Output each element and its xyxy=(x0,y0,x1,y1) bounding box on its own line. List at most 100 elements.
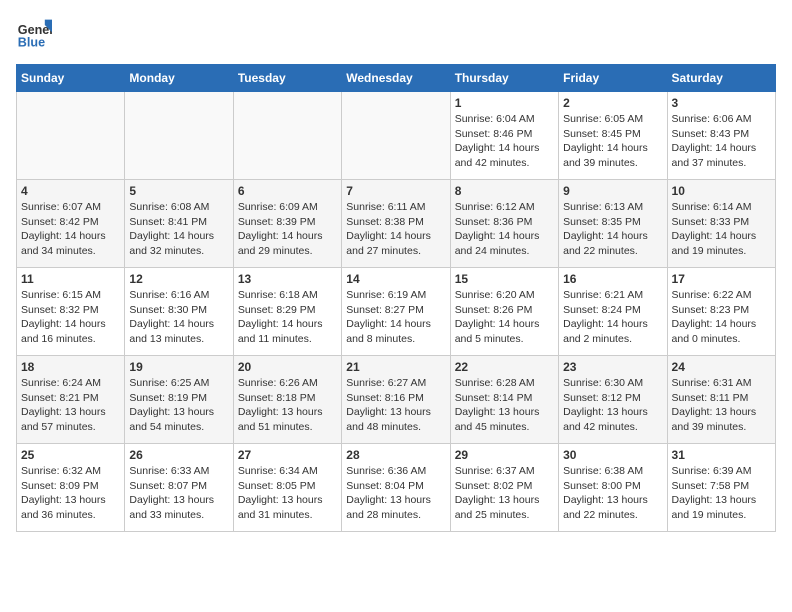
day-info: Sunrise: 6:13 AMSunset: 8:35 PMDaylight:… xyxy=(563,200,662,259)
calendar-cell: 28 Sunrise: 6:36 AMSunset: 8:04 PMDayligh… xyxy=(342,444,450,532)
calendar-header-row: SundayMondayTuesdayWednesdayThursdayFrid… xyxy=(17,65,776,92)
header: General Blue xyxy=(16,16,776,52)
calendar-cell: 29Sunrise: 6:37 AMSunset: 8:02 PMDayligh… xyxy=(450,444,558,532)
calendar-table: SundayMondayTuesdayWednesdayThursdayFrid… xyxy=(16,64,776,532)
day-number: 3 xyxy=(672,96,771,110)
day-info: Sunrise: 6:25 AMSunset: 8:19 PMDaylight:… xyxy=(129,376,228,435)
calendar-cell: 13 Sunrise: 6:18 AMSunset: 8:29 PMDayligh… xyxy=(233,268,341,356)
day-info: Sunrise: 6:34 AMSunset: 8:05 PMDaylight:… xyxy=(238,464,337,523)
day-header-tuesday: Tuesday xyxy=(233,65,341,92)
day-info: Sunrise: 6:30 AMSunset: 8:12 PMDaylight:… xyxy=(563,376,662,435)
calendar-cell: 25 Sunrise: 6:32 AMSunset: 8:09 PMDayligh… xyxy=(17,444,125,532)
day-number: 28 xyxy=(346,448,445,462)
day-info: Sunrise: 6:20 AMSunset: 8:26 PMDaylight:… xyxy=(455,288,554,347)
day-header-sunday: Sunday xyxy=(17,65,125,92)
day-info: Sunrise: 6:19 AMSunset: 8:27 PMDaylight:… xyxy=(346,288,445,347)
day-info: Sunrise: 6:33 AMSunset: 8:07 PMDaylight:… xyxy=(129,464,228,523)
calendar-cell: 6 Sunrise: 6:09 AMSunset: 8:39 PMDaylight… xyxy=(233,180,341,268)
calendar-cell: 15 Sunrise: 6:20 AMSunset: 8:26 PMDayligh… xyxy=(450,268,558,356)
calendar-cell: 4 Sunrise: 6:07 AMSunset: 8:42 PMDaylight… xyxy=(17,180,125,268)
day-info: Sunrise: 6:27 AMSunset: 8:16 PMDaylight:… xyxy=(346,376,445,435)
day-number: 5 xyxy=(129,184,228,198)
calendar-cell: 18 Sunrise: 6:24 AMSunset: 8:21 PMDayligh… xyxy=(17,356,125,444)
calendar-cell xyxy=(342,92,450,180)
day-number: 31 xyxy=(672,448,771,462)
calendar-cell: 27 Sunrise: 6:34 AMSunset: 8:05 PMDayligh… xyxy=(233,444,341,532)
day-info: Sunrise: 6:12 AMSunset: 8:36 PMDaylight:… xyxy=(455,200,554,259)
day-header-wednesday: Wednesday xyxy=(342,65,450,92)
calendar-cell: 22 Sunrise: 6:28 AMSunset: 8:14 PMDayligh… xyxy=(450,356,558,444)
calendar-cell: 24Sunrise: 6:31 AMSunset: 8:11 PMDayligh… xyxy=(667,356,775,444)
calendar-cell: 26 Sunrise: 6:33 AMSunset: 8:07 PMDayligh… xyxy=(125,444,233,532)
day-info: Sunrise: 6:31 AMSunset: 8:11 PMDaylight:… xyxy=(672,376,771,435)
calendar-cell: 14 Sunrise: 6:19 AMSunset: 8:27 PMDayligh… xyxy=(342,268,450,356)
day-number: 11 xyxy=(21,272,120,286)
calendar-week-row: 1Sunrise: 6:04 AMSunset: 8:46 PMDaylight… xyxy=(17,92,776,180)
day-info: Sunrise: 6:16 AMSunset: 8:30 PMDaylight:… xyxy=(129,288,228,347)
day-number: 7 xyxy=(346,184,445,198)
day-number: 1 xyxy=(455,96,554,110)
day-info: Sunrise: 6:24 AMSunset: 8:21 PMDaylight:… xyxy=(21,376,120,435)
calendar-cell xyxy=(125,92,233,180)
day-info: Sunrise: 6:18 AMSunset: 8:29 PMDaylight:… xyxy=(238,288,337,347)
day-number: 15 xyxy=(455,272,554,286)
day-info: Sunrise: 6:32 AMSunset: 8:09 PMDaylight:… xyxy=(21,464,120,523)
calendar-cell: 31Sunrise: 6:39 AMSunset: 7:58 PMDayligh… xyxy=(667,444,775,532)
calendar-cell: 30 Sunrise: 6:38 AMSunset: 8:00 PMDayligh… xyxy=(559,444,667,532)
calendar-cell: 10Sunrise: 6:14 AMSunset: 8:33 PMDayligh… xyxy=(667,180,775,268)
calendar-week-row: 25 Sunrise: 6:32 AMSunset: 8:09 PMDayligh… xyxy=(17,444,776,532)
calendar-cell: 7 Sunrise: 6:11 AMSunset: 8:38 PMDaylight… xyxy=(342,180,450,268)
calendar-body: 1Sunrise: 6:04 AMSunset: 8:46 PMDaylight… xyxy=(17,92,776,532)
calendar-week-row: 4 Sunrise: 6:07 AMSunset: 8:42 PMDaylight… xyxy=(17,180,776,268)
calendar-cell: 12 Sunrise: 6:16 AMSunset: 8:30 PMDayligh… xyxy=(125,268,233,356)
day-header-monday: Monday xyxy=(125,65,233,92)
calendar-cell: 9 Sunrise: 6:13 AMSunset: 8:35 PMDaylight… xyxy=(559,180,667,268)
day-number: 6 xyxy=(238,184,337,198)
day-number: 18 xyxy=(21,360,120,374)
day-info: Sunrise: 6:21 AMSunset: 8:24 PMDaylight:… xyxy=(563,288,662,347)
day-info: Sunrise: 6:15 AMSunset: 8:32 PMDaylight:… xyxy=(21,288,120,347)
day-number: 26 xyxy=(129,448,228,462)
calendar-cell: 5Sunrise: 6:08 AMSunset: 8:41 PMDaylight… xyxy=(125,180,233,268)
day-info: Sunrise: 6:05 AMSunset: 8:45 PMDaylight:… xyxy=(563,112,662,171)
calendar-cell: 23 Sunrise: 6:30 AMSunset: 8:12 PMDayligh… xyxy=(559,356,667,444)
day-number: 25 xyxy=(21,448,120,462)
calendar-cell: 11 Sunrise: 6:15 AMSunset: 8:32 PMDayligh… xyxy=(17,268,125,356)
day-number: 29 xyxy=(455,448,554,462)
day-header-friday: Friday xyxy=(559,65,667,92)
day-number: 9 xyxy=(563,184,662,198)
day-header-saturday: Saturday xyxy=(667,65,775,92)
calendar-cell xyxy=(17,92,125,180)
calendar-cell: 20Sunrise: 6:26 AMSunset: 8:18 PMDayligh… xyxy=(233,356,341,444)
day-number: 27 xyxy=(238,448,337,462)
day-number: 19 xyxy=(129,360,228,374)
day-number: 10 xyxy=(672,184,771,198)
day-info: Sunrise: 6:26 AMSunset: 8:18 PMDaylight:… xyxy=(238,376,337,435)
day-number: 23 xyxy=(563,360,662,374)
day-info: Sunrise: 6:11 AMSunset: 8:38 PMDaylight:… xyxy=(346,200,445,259)
day-number: 30 xyxy=(563,448,662,462)
day-info: Sunrise: 6:36 AMSunset: 8:04 PMDaylight:… xyxy=(346,464,445,523)
calendar-cell xyxy=(233,92,341,180)
day-info: Sunrise: 6:09 AMSunset: 8:39 PMDaylight:… xyxy=(238,200,337,259)
day-info: Sunrise: 6:38 AMSunset: 8:00 PMDaylight:… xyxy=(563,464,662,523)
day-number: 16 xyxy=(563,272,662,286)
day-number: 12 xyxy=(129,272,228,286)
day-number: 14 xyxy=(346,272,445,286)
calendar-cell: 21 Sunrise: 6:27 AMSunset: 8:16 PMDayligh… xyxy=(342,356,450,444)
calendar-cell: 17Sunrise: 6:22 AMSunset: 8:23 PMDayligh… xyxy=(667,268,775,356)
calendar-cell: 3Sunrise: 6:06 AMSunset: 8:43 PMDaylight… xyxy=(667,92,775,180)
calendar-cell: 1Sunrise: 6:04 AMSunset: 8:46 PMDaylight… xyxy=(450,92,558,180)
day-info: Sunrise: 6:28 AMSunset: 8:14 PMDaylight:… xyxy=(455,376,554,435)
day-number: 13 xyxy=(238,272,337,286)
calendar-week-row: 18 Sunrise: 6:24 AMSunset: 8:21 PMDayligh… xyxy=(17,356,776,444)
calendar-cell: 19 Sunrise: 6:25 AMSunset: 8:19 PMDayligh… xyxy=(125,356,233,444)
day-info: Sunrise: 6:07 AMSunset: 8:42 PMDaylight:… xyxy=(21,200,120,259)
day-number: 4 xyxy=(21,184,120,198)
day-info: Sunrise: 6:22 AMSunset: 8:23 PMDaylight:… xyxy=(672,288,771,347)
day-number: 22 xyxy=(455,360,554,374)
logo-icon: General Blue xyxy=(16,16,52,52)
calendar-cell: 2 Sunrise: 6:05 AMSunset: 8:45 PMDaylight… xyxy=(559,92,667,180)
day-number: 2 xyxy=(563,96,662,110)
day-number: 21 xyxy=(346,360,445,374)
